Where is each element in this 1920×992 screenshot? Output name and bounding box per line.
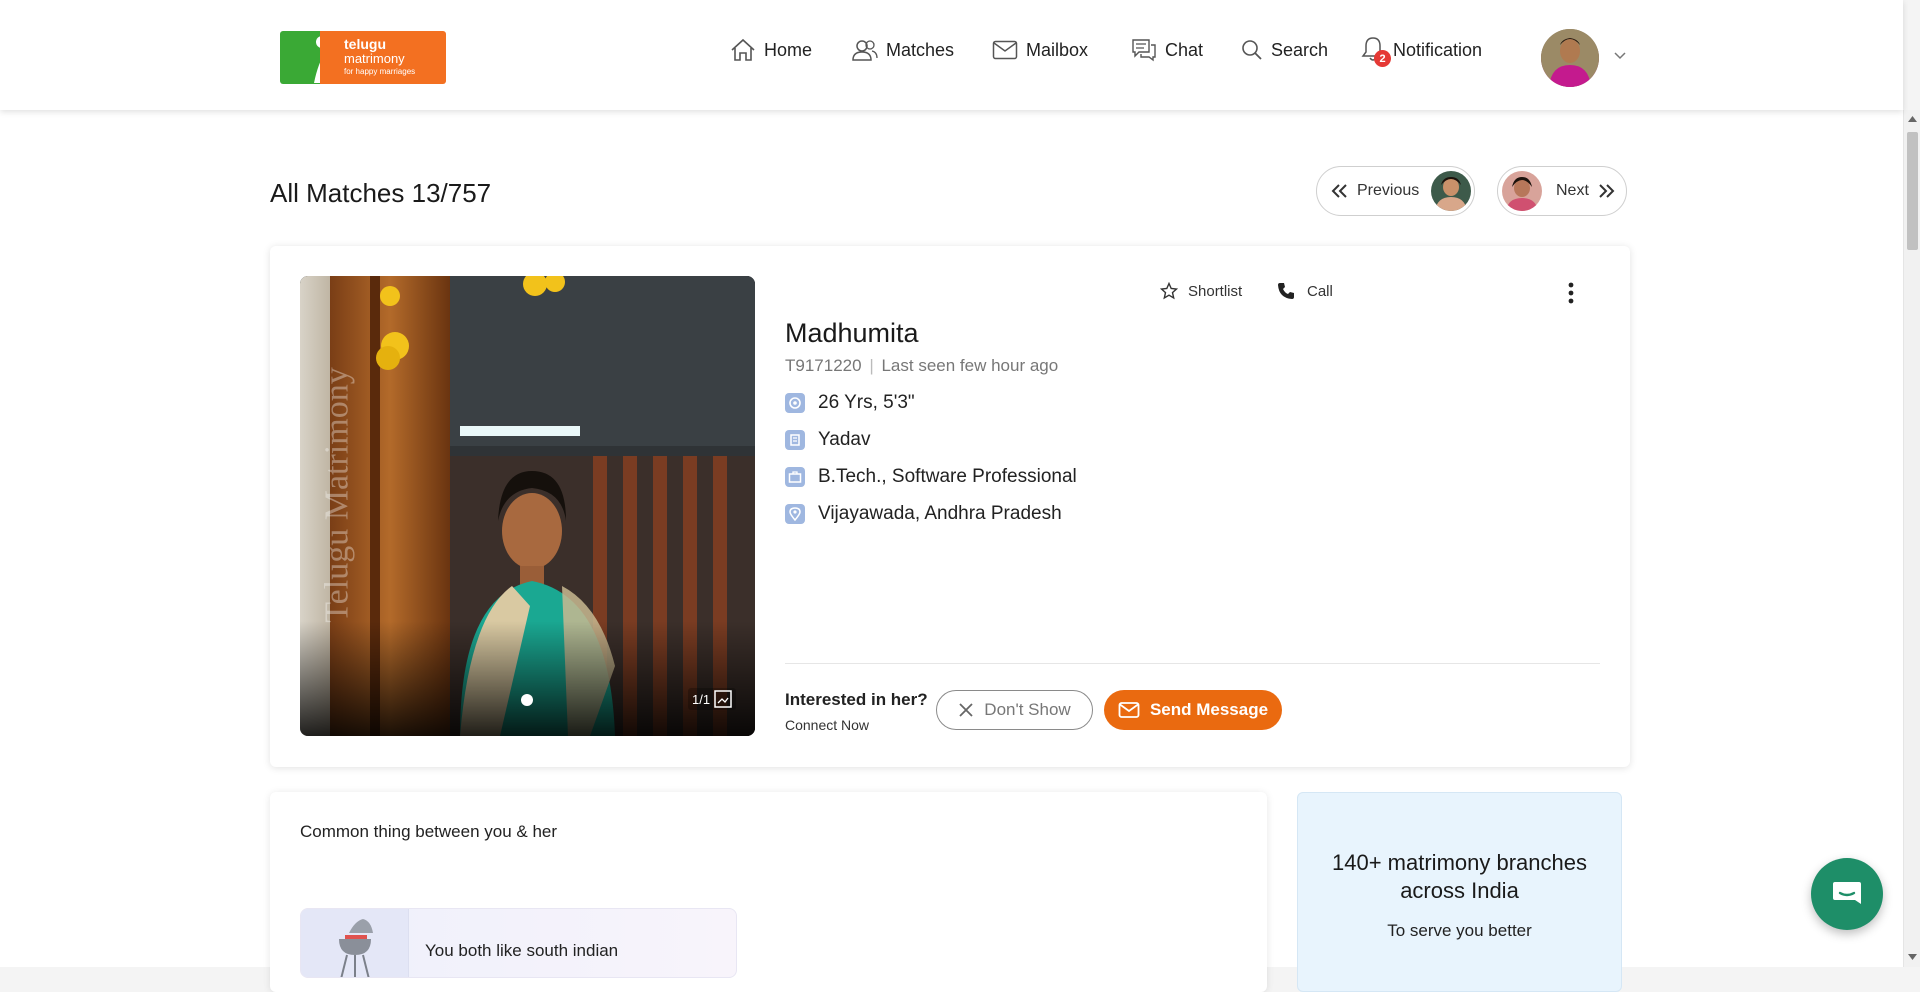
nav-matches[interactable]: Matches [852, 30, 954, 70]
branches-subtext: To serve you better [1387, 921, 1532, 940]
previous-profile-button[interactable]: Previous [1316, 166, 1475, 216]
star-icon [1160, 282, 1178, 300]
caste-icon [785, 430, 805, 450]
previous-label: Previous [1357, 182, 1420, 199]
profile-photo-image [300, 276, 755, 736]
photo-watermark: Telugu Matrimony [318, 367, 356, 623]
user-avatar[interactable] [1541, 29, 1599, 87]
nav-home[interactable]: Home [730, 30, 812, 70]
matches-icon [852, 40, 878, 61]
telugu-matrimony-logo[interactable]: telugu matrimony for happy marriages [280, 31, 446, 84]
call-label: Call [1307, 282, 1333, 300]
nav-matches-label: Matches [886, 39, 955, 60]
nav-search-label: Search [1271, 39, 1329, 60]
more-options-icon[interactable] [1568, 282, 1574, 304]
gallery-expand-icon [714, 690, 732, 708]
attr-education: B.Tech., Software Professional [785, 466, 1077, 488]
page-title: All Matches 13/757 [270, 178, 492, 208]
nav-chat[interactable]: Chat [1131, 30, 1203, 70]
caste-value: Yadav [818, 429, 871, 450]
education-value: B.Tech., Software Professional [818, 466, 1077, 487]
id-separator: | [869, 356, 874, 375]
nav-mailbox[interactable]: Mailbox [992, 30, 1088, 70]
avatar-image [1541, 29, 1599, 87]
interest-question: Interested in her? [785, 690, 928, 709]
location-value: Vijayawada, Andhra Pradesh [818, 503, 1062, 524]
mailbox-icon [992, 40, 1018, 60]
chat-bubble-icon [1833, 882, 1861, 904]
chevron-down-icon[interactable] [1614, 52, 1626, 60]
profile-id-line: T9171220 | Last seen few hour ago [785, 356, 1058, 376]
scroll-up-arrow-icon[interactable] [1908, 116, 1917, 122]
nav-home-label: Home [764, 39, 813, 60]
notification-bell-wrapper: 2 [1361, 36, 1393, 67]
location-pin-icon [785, 504, 805, 524]
page-scrollbar[interactable] [1903, 110, 1920, 967]
photo-counter[interactable]: 1/1 [688, 688, 737, 710]
nav-chat-label: Chat [1165, 39, 1204, 60]
double-chevron-right-icon [1599, 184, 1615, 198]
age-height-value: 26 Yrs, 5'3" [818, 392, 915, 413]
branches-heading: 140+ matrimony branches across India [1332, 850, 1587, 903]
dont-show-button[interactable]: Don't Show [936, 690, 1093, 730]
scroll-down-arrow-icon[interactable] [1908, 954, 1917, 960]
logo-line1: telugu [344, 36, 386, 52]
nav-notification-label: Notification [1393, 39, 1483, 60]
shortlist-button[interactable]: Shortlist [1160, 282, 1242, 300]
chat-support-button[interactable] [1811, 858, 1883, 930]
close-icon [959, 703, 973, 717]
branches-card: 140+ matrimony branches across India To … [1297, 792, 1622, 992]
common-things-title: Common thing between you & her [300, 822, 558, 841]
logo-line2: matrimony [344, 51, 405, 66]
nav-mailbox-label: Mailbox [1026, 39, 1089, 60]
profile-photo[interactable]: 1/1 Telugu Matrimony [300, 276, 755, 736]
common-thing-item: You both like south indian [300, 908, 737, 978]
profile-name: Madhumita [785, 318, 919, 348]
next-profile-thumbnail [1502, 171, 1542, 211]
double-chevron-left-icon [1331, 184, 1347, 198]
chat-icon [1132, 39, 1156, 62]
attr-location: Vijayawada, Andhra Pradesh [785, 503, 1062, 525]
card-divider [785, 663, 1600, 664]
last-seen: Last seen few hour ago [881, 356, 1059, 375]
call-button[interactable]: Call [1277, 282, 1333, 300]
scroll-thumb[interactable] [1907, 132, 1918, 250]
search-icon [1242, 40, 1262, 60]
common-thing-text: You both like south indian [425, 941, 619, 960]
common-thing-image [301, 909, 409, 977]
home-icon [731, 38, 755, 61]
dont-show-label: Don't Show [984, 700, 1071, 719]
profile-card: 1/1 Telugu Matrimony Shortlist Call Madh… [270, 246, 1630, 767]
nav-notification[interactable]: 2 Notification [1361, 30, 1482, 70]
attr-caste: Yadav [785, 429, 870, 451]
education-briefcase-icon [785, 467, 805, 487]
profile-id: T9171220 [785, 356, 862, 375]
attr-age-height: 26 Yrs, 5'3" [785, 392, 915, 414]
nav-search[interactable]: Search [1241, 30, 1328, 70]
connect-now-label: Connect Now [785, 717, 870, 733]
next-profile-button[interactable]: Next [1497, 166, 1627, 216]
age-height-icon [785, 393, 805, 413]
previous-profile-thumbnail [1431, 171, 1472, 211]
common-things-card: Common thing between you & her You both … [270, 792, 1267, 992]
header: telugu matrimony for happy marriages Hom… [0, 0, 1903, 110]
send-message-button[interactable]: Send Message [1104, 690, 1282, 730]
send-message-label: Send Message [1149, 700, 1269, 719]
grill-icon [339, 919, 373, 977]
logo-tagline: for happy marriages [344, 67, 416, 76]
photo-counter-label: 1/1 [692, 691, 711, 707]
next-label: Next [1556, 182, 1589, 199]
envelope-icon [1118, 702, 1140, 718]
phone-icon [1278, 283, 1294, 299]
shortlist-label: Shortlist [1188, 282, 1243, 300]
notification-count-badge: 2 [1374, 50, 1391, 67]
